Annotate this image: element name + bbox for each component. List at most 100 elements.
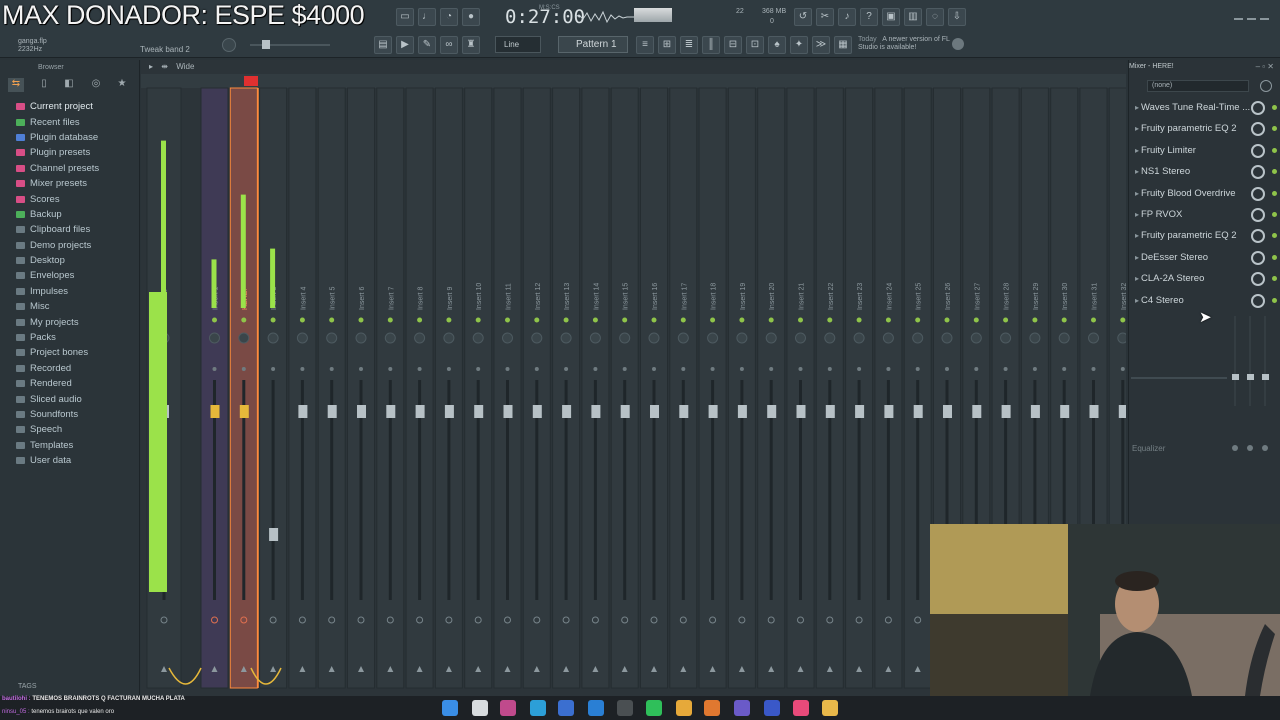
- mixer-menu-icon[interactable]: ▸: [149, 62, 153, 71]
- file-explorer-icon[interactable]: [472, 700, 488, 716]
- windows-start-icon[interactable]: [442, 700, 458, 716]
- slot-arrow-icon[interactable]: ▸: [1135, 167, 1139, 176]
- slot-enable-led[interactable]: [1272, 211, 1277, 217]
- stereo-sep-knob[interactable]: [1032, 367, 1037, 371]
- news-panel[interactable]: Today A newer version of FL Studio is av…: [858, 36, 958, 52]
- pan-knob[interactable]: [531, 332, 543, 344]
- stereo-sep-knob[interactable]: [681, 367, 686, 371]
- browser-item[interactable]: Recorded: [16, 361, 138, 376]
- track-mute-led[interactable]: [241, 317, 247, 323]
- volume-fader[interactable]: [825, 405, 835, 418]
- pan-knob[interactable]: [1000, 332, 1012, 344]
- ports-icon[interactable]: ≫: [812, 36, 830, 54]
- pan-knob[interactable]: [502, 332, 513, 344]
- chrome-icon[interactable]: [676, 700, 692, 716]
- track-mute-led[interactable]: [534, 317, 540, 323]
- slot-mix-knob[interactable]: [1251, 165, 1265, 180]
- slot-mix-knob[interactable]: [1251, 143, 1265, 158]
- effect-slot[interactable]: ▸ Fruity Limiter: [1133, 141, 1279, 162]
- slot-enable-led[interactable]: [1272, 147, 1277, 153]
- pan-knob[interactable]: [795, 332, 806, 344]
- slot-enable-led[interactable]: [1272, 233, 1277, 239]
- slot-arrow-icon[interactable]: ▸: [1135, 146, 1139, 155]
- track-mute-led[interactable]: [299, 317, 305, 323]
- spotify-icon[interactable]: [646, 700, 662, 716]
- slot-mix-knob[interactable]: [1251, 122, 1265, 137]
- track-mute-led[interactable]: [973, 317, 979, 323]
- volume-fader[interactable]: [972, 405, 982, 418]
- stereo-sep-knob[interactable]: [798, 367, 803, 371]
- stereo-sep-knob[interactable]: [1062, 367, 1067, 371]
- slot-enable-led[interactable]: [1272, 190, 1277, 196]
- volume-fader[interactable]: [943, 405, 952, 418]
- pan-knob[interactable]: [443, 332, 455, 344]
- save-icon[interactable]: ▣: [882, 8, 900, 26]
- target-icon[interactable]: ◎: [88, 78, 104, 92]
- browser-item[interactable]: Packs: [16, 330, 138, 345]
- volume-fader[interactable]: [357, 405, 366, 418]
- teams-icon[interactable]: [734, 700, 750, 716]
- volume-fader[interactable]: [562, 405, 572, 418]
- pan-knob[interactable]: [941, 332, 953, 344]
- volume-fader[interactable]: [1118, 405, 1126, 418]
- track-mute-led[interactable]: [270, 317, 276, 323]
- browser-item[interactable]: Demo projects: [16, 238, 138, 253]
- volume-fader[interactable]: [650, 405, 659, 418]
- pan-knob[interactable]: [677, 332, 689, 344]
- track-mute-led[interactable]: [212, 317, 217, 323]
- play-icon[interactable]: ▶: [396, 36, 414, 54]
- volume-fader[interactable]: [913, 405, 923, 418]
- track-mute-led[interactable]: [1032, 317, 1038, 323]
- pan-knob[interactable]: [912, 332, 924, 344]
- pan-knob[interactable]: [326, 332, 338, 344]
- stereo-sep-knob[interactable]: [271, 367, 276, 371]
- slot-arrow-icon[interactable]: ▸: [1135, 210, 1139, 219]
- stereo-sep-knob[interactable]: [886, 367, 891, 371]
- news-icon[interactable]: [952, 38, 964, 50]
- browser-item[interactable]: Mixer presets: [16, 176, 138, 191]
- render-icon[interactable]: ▦: [834, 36, 852, 54]
- effect-slot[interactable]: ▸ Fruity Blood Overdrive: [1133, 184, 1279, 205]
- browser-item[interactable]: Channel presets: [16, 161, 138, 176]
- volume-fader[interactable]: [269, 528, 279, 541]
- track-mute-led[interactable]: [1061, 317, 1067, 323]
- slot-mix-knob[interactable]: [1251, 101, 1265, 115]
- pan-knob[interactable]: [472, 332, 484, 344]
- browser-item[interactable]: Envelopes: [16, 268, 138, 283]
- stereo-sep-knob[interactable]: [945, 367, 949, 371]
- track-mute-led[interactable]: [827, 317, 833, 323]
- slot-enable-led[interactable]: [1272, 105, 1277, 110]
- slot-mix-knob[interactable]: [1251, 207, 1265, 222]
- pan-knob[interactable]: [296, 332, 308, 344]
- track-mute-led[interactable]: [651, 317, 657, 323]
- track-mute-led[interactable]: [475, 317, 481, 323]
- slot-arrow-icon[interactable]: ▸: [1135, 253, 1139, 262]
- snap-select[interactable]: Line: [495, 36, 541, 53]
- track-mute-led[interactable]: [505, 317, 510, 323]
- browser-item[interactable]: Misc: [16, 299, 138, 314]
- record-button[interactable]: ●: [462, 8, 480, 26]
- effect-slot[interactable]: ▸ FP RVOX: [1133, 205, 1279, 226]
- browser-item[interactable]: Project bones: [16, 345, 138, 360]
- effect-slot[interactable]: ▸ DeEsser Stereo: [1133, 248, 1279, 269]
- volume-fader[interactable]: [386, 405, 396, 418]
- slot-enable-led[interactable]: [1272, 126, 1277, 132]
- stereo-sep-knob[interactable]: [417, 367, 422, 371]
- mixer-view-label[interactable]: Wide: [176, 62, 194, 71]
- stereo-sep-knob[interactable]: [622, 367, 627, 371]
- browser-item[interactable]: Plugin database: [16, 130, 138, 145]
- piano-roll-icon[interactable]: ⊞: [658, 36, 676, 54]
- link-icon[interactable]: ∞: [440, 36, 458, 54]
- pan-knob[interactable]: [238, 332, 250, 344]
- pencil-icon[interactable]: ✎: [418, 36, 436, 54]
- tools-icon[interactable]: ✦: [790, 36, 808, 54]
- volume-fader[interactable]: [210, 405, 220, 418]
- mixer-layout-icon[interactable]: ⇼: [161, 62, 168, 71]
- track-mute-led[interactable]: [1091, 317, 1096, 323]
- pan-knob[interactable]: [619, 332, 631, 344]
- stereo-sep-knob[interactable]: [241, 367, 246, 371]
- volume-fader[interactable]: [679, 405, 689, 418]
- volume-fader[interactable]: [298, 405, 308, 418]
- slot-arrow-icon[interactable]: ▸: [1135, 189, 1139, 198]
- store-icon[interactable]: [558, 700, 574, 716]
